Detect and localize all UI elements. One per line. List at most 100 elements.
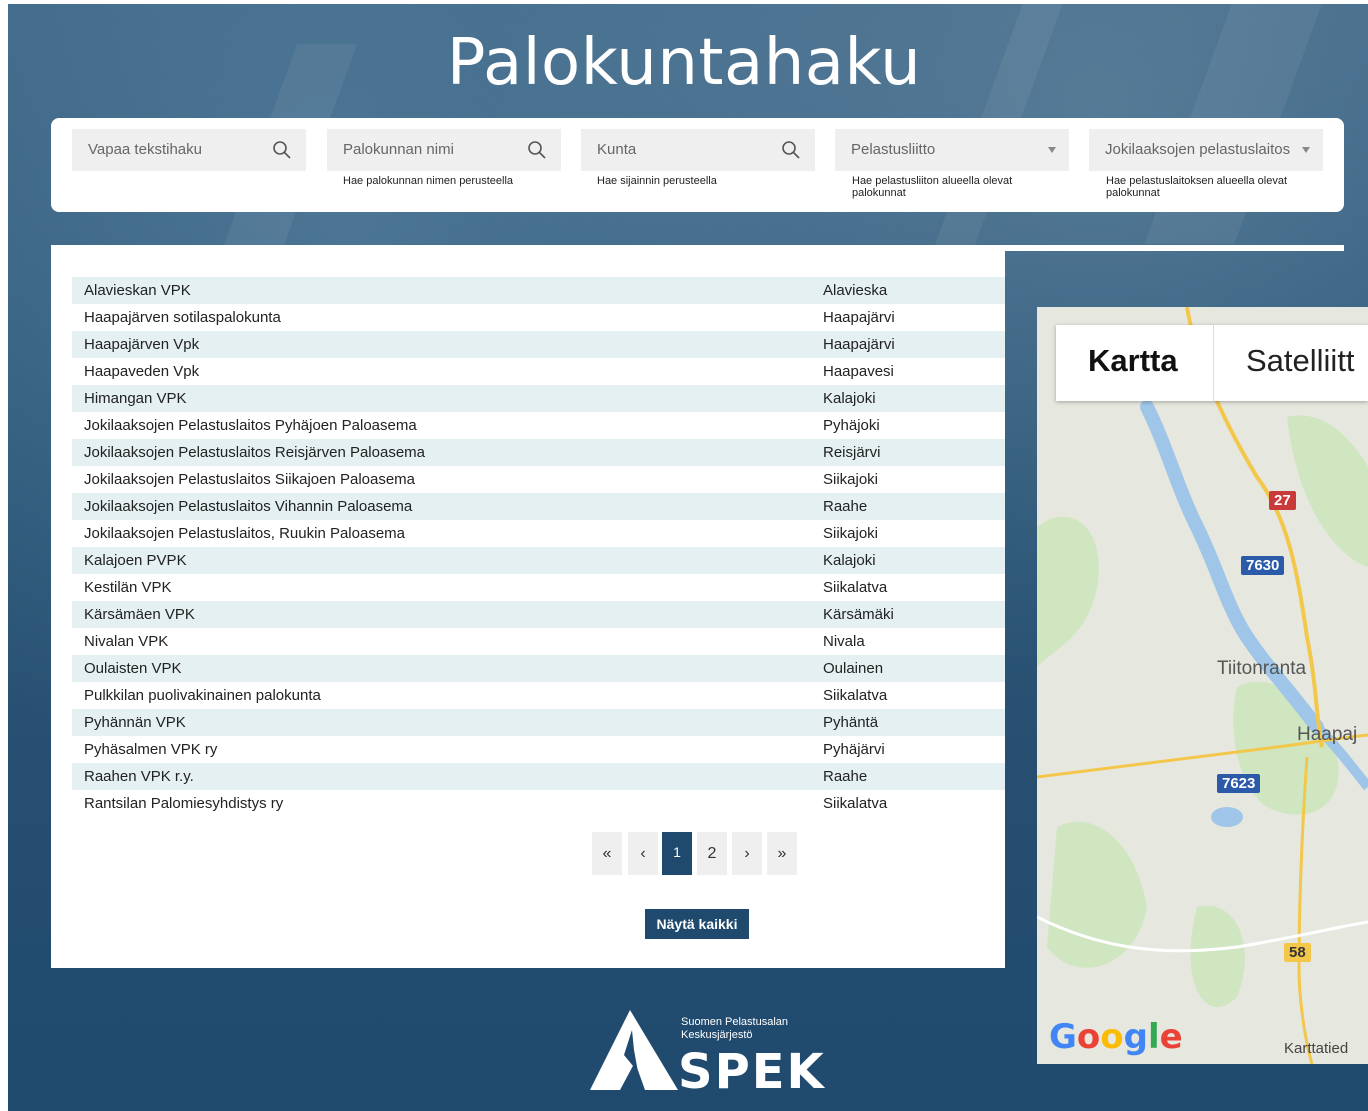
table-row[interactable]: Pulkkilan puolivakinainen palokunta Siika… — [72, 682, 1005, 709]
road-label-7630: 7630 — [1241, 556, 1285, 575]
municipality-cell: Pyhäntä — [823, 714, 879, 731]
spek-org-name: Suomen Pelastusalan Keskusjärjestö — [681, 1016, 788, 1042]
table-row[interactable]: Rantsilan Palomiesyhdistys ry Siikalatva — [72, 790, 1005, 817]
spek-logo[interactable]: Suomen Pelastusalan Keskusjärjestö SPEK — [590, 1010, 824, 1100]
brigade-name-cell[interactable]: Alavieskan VPK — [84, 282, 191, 299]
municipality-search-input[interactable]: Kunta — [581, 129, 815, 171]
map-header-strip — [1005, 245, 1344, 251]
brigade-name-cell[interactable]: Haapajärven sotilaspalokunta — [84, 309, 281, 326]
brigade-name-cell[interactable]: Jokilaaksojen Pelastuslaitos Reisjärven … — [84, 444, 425, 461]
municipality-cell: Siikajoki — [823, 525, 879, 542]
table-row[interactable]: Jokilaaksojen Pelastuslaitos Siikajoen P… — [72, 466, 1005, 493]
brigade-name-cell[interactable]: Jokilaaksojen Pelastuslaitos Vihannin Pa… — [84, 498, 412, 515]
municipality-cell: Kärsämäki — [823, 606, 894, 623]
table-row[interactable]: Jokilaaksojen Pelastuslaitos Vihannin Pa… — [72, 493, 1005, 520]
brigade-name-cell[interactable]: Himangan VPK — [84, 390, 187, 407]
municipality-cell: Siikajoki — [823, 471, 879, 488]
brigade-name-cell[interactable]: Kestilän VPK — [84, 579, 172, 596]
map-data-attribution[interactable]: Karttatied — [1284, 1040, 1348, 1057]
table-row[interactable]: Pyhännän VPK Pyhäntä — [72, 709, 1005, 736]
department-selected: Jokilaaksojen pelastuslaitos — [1105, 141, 1291, 158]
municipality-cell: Siikalatva — [823, 687, 888, 704]
department-select[interactable]: Jokilaaksojen pelastuslaitos — [1089, 129, 1323, 171]
municipality-cell: Pyhäjoki — [823, 417, 880, 434]
place-haapajarvi: Haapaj — [1297, 724, 1358, 745]
table-row[interactable]: Himangan VPK Kalajoki — [72, 385, 1005, 412]
pagination-prev[interactable]: ‹ — [628, 832, 658, 875]
municipality-hint: Hae sijainnin perusteella — [597, 175, 717, 187]
table-row[interactable]: Kestilän VPK Siikalatva — [72, 574, 1005, 601]
search-icon[interactable] — [527, 140, 547, 160]
municipality-cell: Raahe — [823, 768, 868, 785]
place-tiitonranta: Tiitonranta — [1217, 658, 1307, 679]
brigade-name-cell[interactable]: Pyhäsalmen VPK ry — [84, 741, 217, 758]
municipality-placeholder: Kunta — [597, 141, 637, 158]
table-row[interactable]: Kärsämäen VPK Kärsämäki — [72, 601, 1005, 628]
municipality-cell: Oulainen — [823, 660, 884, 677]
brigade-name-cell[interactable]: Jokilaaksojen Pelastuslaitos Pyhäjoen Pa… — [84, 417, 417, 434]
road-label-58: 58 — [1284, 943, 1311, 962]
search-icon[interactable] — [272, 140, 292, 160]
table-row[interactable]: Haapajärven sotilaspalokunta Haapajärvi — [72, 304, 1005, 331]
spek-wordmark: SPEK — [678, 1044, 826, 1100]
table-row[interactable]: Pyhäsalmen VPK ry Pyhäjärvi — [72, 736, 1005, 763]
chevron-down-icon — [1302, 147, 1310, 153]
municipality-cell: Kalajoki — [823, 552, 876, 569]
show-all-button[interactable]: Näytä kaikki — [645, 909, 749, 939]
map-tab-satellite[interactable]: Satelliitt — [1246, 343, 1355, 379]
municipality-cell: Siikalatva — [823, 579, 888, 596]
brigade-name-cell[interactable]: Raahen VPK r.y. — [84, 768, 194, 785]
free-text-placeholder: Vapaa tekstihaku — [88, 141, 202, 158]
google-logo[interactable]: Google — [1049, 1017, 1183, 1057]
brigade-name-cell[interactable]: Nivalan VPK — [84, 633, 168, 650]
table-row[interactable]: Kalajoen PVPK Kalajoki — [72, 547, 1005, 574]
brigade-name-cell[interactable]: Haapaveden Vpk — [84, 363, 199, 380]
road-label-7623: 7623 — [1217, 774, 1261, 793]
map-tab-kartta[interactable]: Kartta — [1088, 343, 1178, 379]
brigade-name-cell[interactable]: Pyhännän VPK — [84, 714, 186, 731]
pagination-page-1[interactable]: 1 — [662, 832, 692, 875]
municipality-cell: Raahe — [823, 498, 868, 515]
table-row[interactable]: Jokilaaksojen Pelastuslaitos Pyhäjoen Pa… — [72, 412, 1005, 439]
search-icon[interactable] — [781, 140, 801, 160]
brigade-name-search-input[interactable]: Palokunnan nimi — [327, 129, 561, 171]
brigade-name-cell[interactable]: Pulkkilan puolivakinainen palokunta — [84, 687, 321, 704]
pagination-last[interactable]: » — [767, 832, 797, 875]
brigade-name-cell[interactable]: Kärsämäen VPK — [84, 606, 195, 623]
spek-org-line1: Suomen Pelastusalan — [681, 1016, 789, 1028]
brigade-name-cell[interactable]: Kalajoen PVPK — [84, 552, 187, 569]
municipality-cell: Reisjärvi — [823, 444, 881, 461]
brigade-name-cell[interactable]: Rantsilan Palomiesyhdistys ry — [84, 795, 283, 812]
pagination-next[interactable]: › — [732, 832, 762, 875]
brigade-name-placeholder: Palokunnan nimi — [343, 141, 454, 158]
table-row[interactable]: Jokilaaksojen Pelastuslaitos Reisjärven … — [72, 439, 1005, 466]
municipality-cell: Haapajärvi — [823, 309, 895, 326]
table-row[interactable]: Alavieskan VPK Alavieska — [72, 277, 1005, 304]
pagination-first[interactable]: « — [592, 832, 622, 875]
table-row[interactable]: Nivalan VPK Nivala — [72, 628, 1005, 655]
road-label-27: 27 — [1269, 491, 1296, 510]
brigade-name-cell[interactable]: Oulaisten VPK — [84, 660, 182, 677]
results-panel: Alavieskan VPK Alavieska Haapajärven sotil… — [51, 245, 1005, 968]
federation-select[interactable]: Pelastusliitto — [835, 129, 1069, 171]
table-row[interactable]: Raahen VPK r.y. Raahe — [72, 763, 1005, 790]
municipality-cell: Haapavesi — [823, 363, 894, 380]
municipality-cell: Pyhäjärvi — [823, 741, 885, 758]
federation-hint: Hae pelastusliiton alueella olevat palok… — [852, 175, 1013, 199]
municipality-cell: Alavieska — [823, 282, 888, 299]
chevron-down-icon — [1048, 147, 1056, 153]
map-widget[interactable]: Kartta Satelliitt 27 7630 7623 58 Tiiton… — [1037, 307, 1368, 1064]
map-tab-divider — [1213, 325, 1214, 401]
brigade-name-cell[interactable]: Haapajärven Vpk — [84, 336, 199, 353]
map-type-tabs: Kartta Satelliitt — [1056, 325, 1368, 401]
map-canvas[interactable] — [1037, 307, 1368, 1064]
brigade-name-cell[interactable]: Jokilaaksojen Pelastuslaitos, Ruukin Pal… — [84, 525, 405, 542]
pagination-page-2[interactable]: 2 — [697, 832, 727, 875]
brigade-name-hint: Hae palokunnan nimen perusteella — [343, 175, 514, 187]
table-row[interactable]: Haapaveden Vpk Haapavesi — [72, 358, 1005, 385]
free-text-search-input[interactable]: Vapaa tekstihaku — [72, 129, 306, 171]
table-row[interactable]: Haapajärven Vpk Haapajärvi — [72, 331, 1005, 358]
brigade-name-cell[interactable]: Jokilaaksojen Pelastuslaitos Siikajoen P… — [84, 471, 415, 488]
table-row[interactable]: Oulaisten VPK Oulainen — [72, 655, 1005, 682]
table-row[interactable]: Jokilaaksojen Pelastuslaitos, Ruukin Pal… — [72, 520, 1005, 547]
